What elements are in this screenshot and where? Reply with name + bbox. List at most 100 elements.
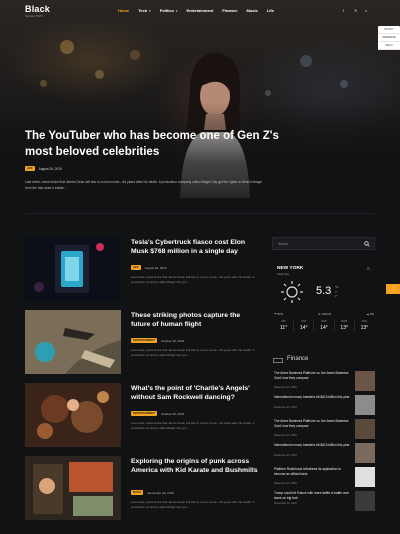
scroll-top-button[interactable]: ↑: [386, 284, 400, 294]
forecast-day: TUE 13°: [353, 320, 374, 331]
search-icon[interactable]: ⌕: [365, 8, 367, 13]
main-nav: Home Tech ▾ Politics ▾ Entertainment Finance Mu…: [118, 8, 283, 13]
side-panel-option[interactable]: STICKY: [378, 26, 400, 34]
finance-item[interactable]: Trump could hit France with more tariffs…: [272, 491, 375, 515]
forecast-day: SAT 14°: [293, 320, 313, 331]
post-date: October 30, 2019: [161, 338, 185, 343]
finance-item-title[interactable]: Trump could hit France with more tariffs…: [274, 491, 352, 500]
nav-item-label: Entertainment: [186, 8, 214, 13]
category-badge[interactable]: ENTERTAINMENT: [131, 411, 157, 416]
finance-item-thumbnail[interactable]: [355, 443, 375, 463]
search-icon[interactable]: [364, 241, 370, 247]
bokeh-light: [265, 90, 271, 96]
article-title[interactable]: Exploring the origins of punk across Ame…: [131, 457, 261, 476]
bokeh-light: [40, 80, 47, 87]
finance-item-title[interactable]: The Amex Business Platinum vs. the Amex …: [274, 371, 352, 380]
category-badge[interactable]: LIFE: [131, 265, 141, 270]
nav-item-politics[interactable]: Politics ▾: [160, 8, 178, 13]
forecast-day-name: TUE: [361, 320, 367, 323]
article-card[interactable]: These striking photos capture the future…: [25, 310, 260, 374]
sun-icon: [281, 281, 303, 303]
finance-item[interactable]: International money transfers hit $613 b…: [272, 395, 375, 419]
article-meta: ENTERTAINMENT October 30, 2019: [131, 411, 184, 416]
article-card[interactable]: What's the point of 'Charlie's Angels' w…: [25, 383, 260, 447]
post-date: November 20, 2019: [147, 490, 174, 495]
nav-item-home[interactable]: Home: [118, 8, 129, 13]
article-title[interactable]: Tesla's Cybertruck fiasco cost Elon Musk…: [131, 238, 261, 257]
finance-item-title[interactable]: International money transfers hit $613 b…: [274, 395, 352, 400]
gear-icon[interactable]: ⚙: [366, 266, 370, 271]
nav-item-music[interactable]: Music: [246, 8, 257, 13]
bokeh-light: [300, 55, 312, 67]
finance-item-title[interactable]: The Amex Business Platinum vs. the Amex …: [274, 419, 352, 428]
article-card[interactable]: Exploring the origins of punk across Ame…: [25, 456, 260, 520]
nav-item-finance[interactable]: Finance: [222, 8, 237, 13]
search-input[interactable]: Search: [272, 237, 375, 250]
article-thumbnail[interactable]: [25, 456, 121, 520]
demo-side-panel: STICKY SEPARATE SOLO: [378, 26, 400, 50]
finance-item-date: September 30, 2019: [274, 386, 297, 389]
weather-unit: °C: [335, 285, 339, 289]
weather-high-low: 7° 3°: [335, 291, 337, 299]
finance-item-date: September 30, 2019: [274, 406, 297, 409]
hero-title[interactable]: The YouTuber who has become one of Gen Z…: [25, 128, 305, 160]
finance-item-date: September 30, 2019: [274, 434, 297, 437]
article-card[interactable]: Tesla's Cybertruck fiasco cost Elon Musk…: [25, 237, 260, 301]
finance-item-thumbnail[interactable]: [355, 491, 375, 511]
article-title[interactable]: These striking photos capture the future…: [131, 311, 261, 330]
forecast-day-temp: 14°: [320, 325, 328, 331]
finance-item-thumbnail[interactable]: [355, 371, 375, 391]
finance-icon: [273, 358, 283, 363]
forecast-day-temp: 14°: [300, 325, 308, 331]
nav-item-entertainment[interactable]: Entertainment: [186, 8, 213, 13]
category-badge[interactable]: LIFE: [25, 166, 35, 171]
finance-widget-header: Finance: [272, 354, 375, 366]
post-date: August 26, 2019: [38, 166, 62, 171]
category-badge[interactable]: ENTERTAINMENT: [131, 338, 157, 343]
twitter-icon[interactable]: ✕: [354, 8, 357, 13]
finance-item[interactable]: The Amex Business Platinum vs. the Amex …: [272, 419, 375, 443]
article-meta: ENTERTAINMENT October 30, 2019: [131, 338, 184, 343]
bokeh-light: [95, 70, 104, 79]
article-excerpt: Last week, news broke that James Dean wi…: [131, 348, 255, 358]
nav-item-label: Home: [118, 8, 130, 13]
nav-item-tech[interactable]: Tech ▾: [138, 8, 151, 13]
finance-item-thumbnail[interactable]: [355, 467, 375, 487]
finance-item-title[interactable]: Platform Robinhood withdraws its applica…: [274, 467, 352, 476]
finance-item-thumbnail[interactable]: [355, 419, 375, 439]
finance-title: Finance: [287, 356, 309, 362]
article-thumbnail[interactable]: [25, 310, 121, 374]
section-divider: [25, 213, 375, 214]
chevron-down-icon: ▾: [149, 9, 151, 13]
nav-item-life[interactable]: Life: [267, 8, 274, 13]
article-excerpt: Last week, news broke that James Dean wi…: [131, 500, 255, 510]
nav-item-label: Tech: [138, 8, 148, 13]
finance-item[interactable]: Platform Robinhood withdraws its applica…: [272, 467, 375, 491]
side-panel-option[interactable]: SOLO: [378, 42, 400, 50]
finance-item-thumbnail[interactable]: [355, 395, 375, 415]
weather-widget: NEW YORK Clear Sky ⚙ 5.3 °C 7° 3° ☂ 57% …: [272, 262, 375, 344]
finance-item[interactable]: International money transfers hit $613 b…: [272, 443, 375, 467]
humidity-value: ☂ 57%: [274, 312, 283, 316]
bokeh-light: [340, 80, 348, 88]
forecast-day: FRI 11°: [274, 320, 293, 331]
side-panel-option[interactable]: SEPARATE: [378, 34, 400, 42]
article-thumbnail[interactable]: [25, 237, 121, 301]
weather-low: 3°: [335, 295, 338, 298]
forecast-day: SUN 14°: [313, 320, 333, 331]
article-meta: MUSIC November 20, 2019: [131, 490, 174, 495]
finance-item[interactable]: The Amex Business Platinum vs. the Amex …: [272, 371, 375, 395]
forecast-day-temp: 11°: [280, 325, 288, 331]
site-logo[interactable]: Black: [25, 4, 50, 14]
weather-condition: Clear Sky: [277, 272, 290, 276]
nav-item-label: Life: [266, 8, 274, 13]
facebook-icon[interactable]: f: [343, 8, 344, 13]
category-badge[interactable]: MUSIC: [131, 490, 144, 495]
nav-item-label: Music: [246, 8, 258, 13]
article-thumbnail[interactable]: [25, 383, 121, 447]
article-title[interactable]: What's the point of 'Charlie's Angels' w…: [131, 384, 261, 403]
finance-item-date: September 30, 2019: [274, 482, 297, 485]
chevron-down-icon: ▾: [175, 9, 178, 13]
finance-item-title[interactable]: International money transfers hit $613 b…: [274, 443, 352, 448]
forecast-day-name: SAT: [301, 320, 307, 323]
